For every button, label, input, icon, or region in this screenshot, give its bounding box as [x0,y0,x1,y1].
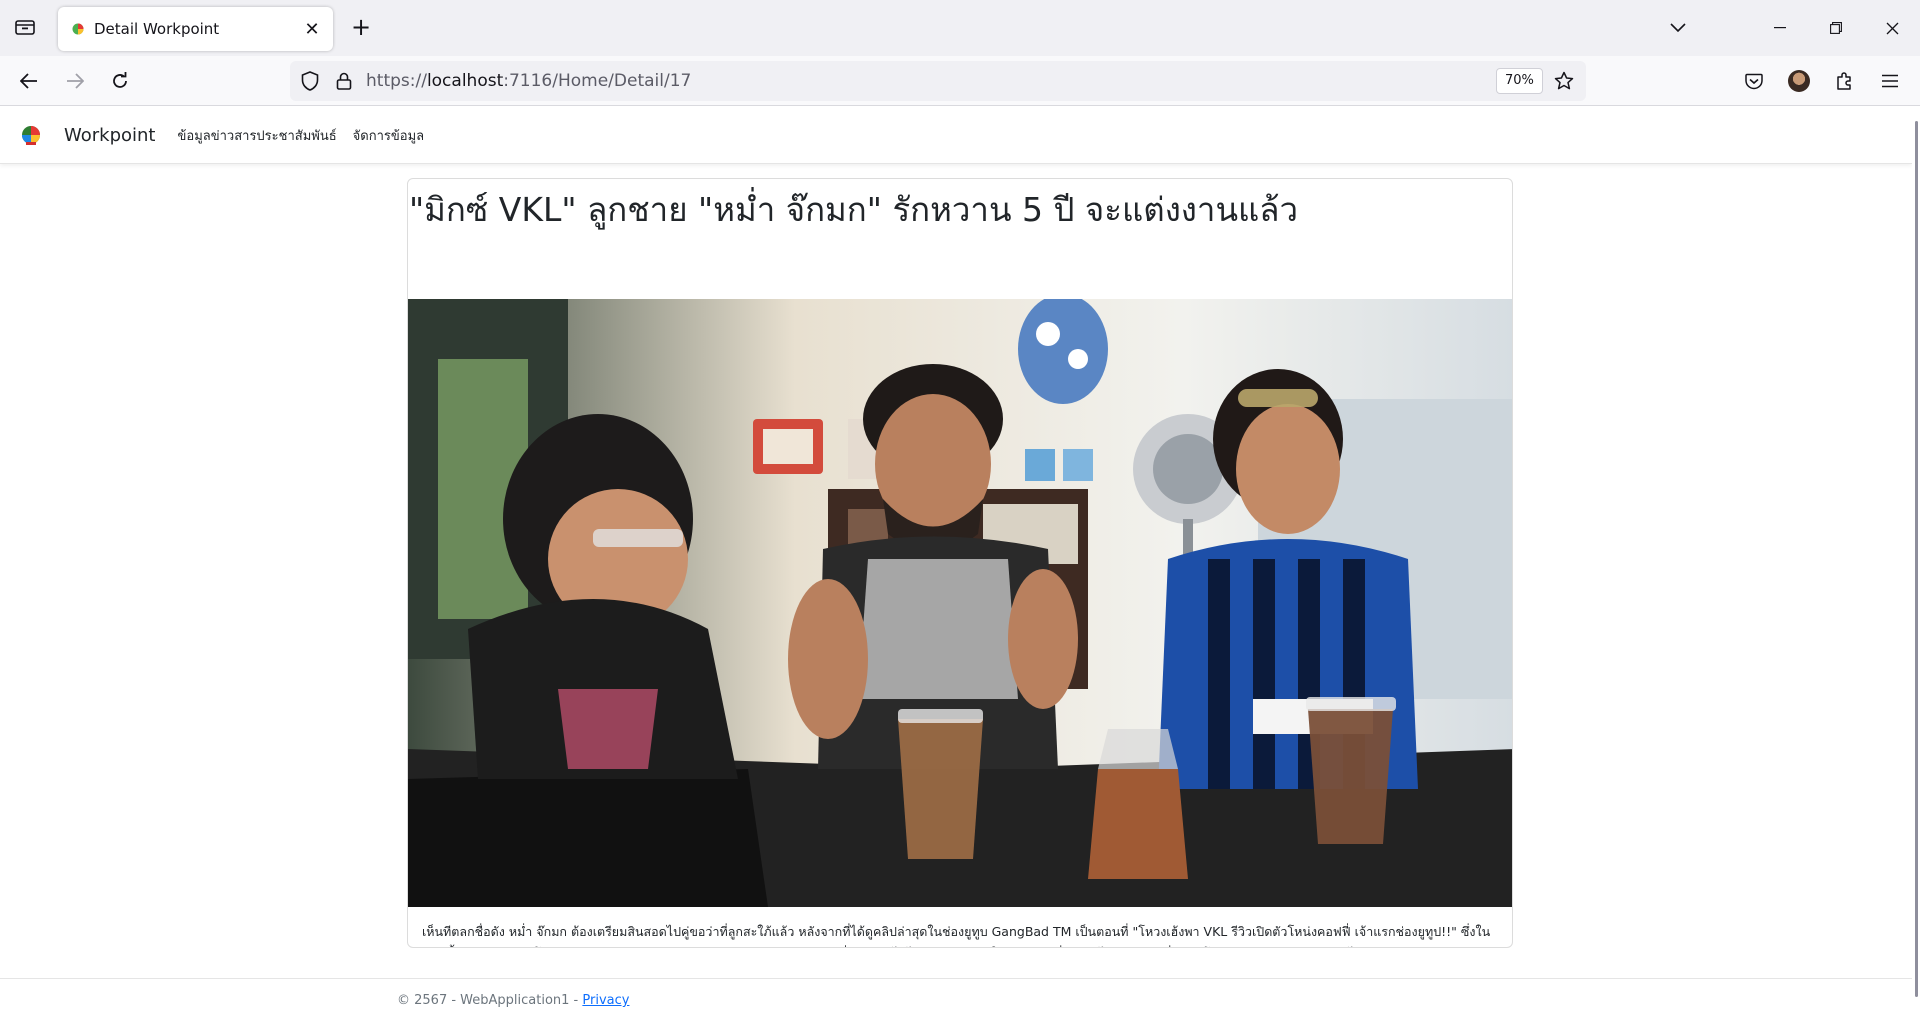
scrollbar-thumb[interactable] [1915,121,1918,997]
zoom-badge[interactable]: 70% [1496,68,1543,94]
article-photo [408,299,1512,907]
article-body: เห็นทีตลกชื่อดัง หม่ำ จ๊กมก ต้องเตรียมสิ… [422,924,1491,947]
menu-icon[interactable] [1873,64,1907,98]
chevron-down-icon[interactable] [1650,0,1706,56]
site-brand[interactable]: Workpoint [64,125,156,146]
active-tab[interactable]: Detail Workpoint ✕ [58,7,333,51]
reload-icon[interactable] [103,64,137,98]
close-icon[interactable]: ✕ [299,16,325,42]
forward-arrow-icon[interactable] [58,64,92,98]
lock-icon[interactable] [332,69,356,93]
tab-title: Detail Workpoint [94,20,220,38]
footer-copyright: © 2567 - WebApplication1 - [397,993,583,1008]
shield-icon[interactable] [298,69,322,93]
star-icon[interactable] [1552,69,1576,93]
site-logo-icon[interactable] [20,124,42,146]
nav-link-news[interactable]: ข้อมูลข่าวสารประชาสัมพันธ์ [178,125,337,146]
privacy-link[interactable]: Privacy [582,993,629,1008]
web-page: Workpoint ข้อมูลข่าวสารประชาสัมพันธ์ จัด… [0,107,1912,1018]
site-footer: © 2567 - WebApplication1 - Privacy [0,978,1912,1018]
favicon-icon [72,23,84,35]
article-card: "มิกซ์ VKL" ลูกชาย "หม่ำ จ๊กมก" รักหวาน … [407,178,1513,948]
browser-navbar: https://localhost:7116/Home/Detail/17 70… [0,56,1920,106]
site-header: Workpoint ข้อมูลข่าวสารประชาสัมพันธ์ จัด… [0,107,1912,164]
pocket-icon[interactable] [1737,64,1771,98]
address-bar[interactable]: https://localhost:7116/Home/Detail/17 70… [290,61,1586,101]
url-text[interactable]: https://localhost:7116/Home/Detail/17 [366,71,691,91]
back-arrow-icon[interactable] [12,64,46,98]
tab-list-icon[interactable] [12,14,38,40]
plus-icon[interactable]: + [348,13,374,41]
nav-link-manage[interactable]: จัดการข้อมูล [353,125,424,146]
browser-tabbar: Detail Workpoint ✕ + [0,0,1920,56]
article-title: "มิกซ์ VKL" ลูกชาย "หม่ำ จ๊กมก" รักหวาน … [409,190,1299,229]
page-scrollbar[interactable] [1912,107,1920,1018]
minimize-icon[interactable] [1752,0,1808,56]
restore-icon[interactable] [1808,0,1864,56]
profile-icon[interactable] [1782,64,1816,98]
extensions-icon[interactable] [1828,64,1862,98]
close-window-icon[interactable] [1864,0,1920,56]
